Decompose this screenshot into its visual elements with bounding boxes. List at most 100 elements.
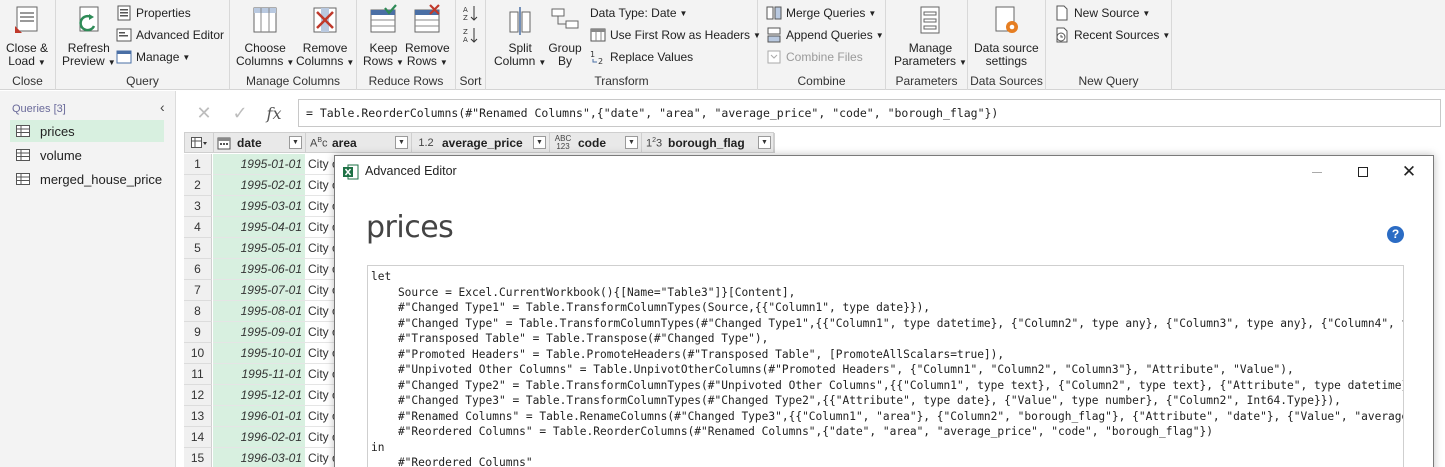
confirm-formula-icon[interactable]: ✓ xyxy=(222,99,258,127)
code-editor[interactable]: let Source = Excel.CurrentWorkbook(){[Na… xyxy=(367,265,1404,467)
date-cell[interactable]: 1996-03-01 xyxy=(213,448,305,467)
area-cell[interactable]: City o xyxy=(305,385,335,406)
cancel-formula-icon[interactable]: ✕ xyxy=(186,99,222,127)
row-number[interactable]: 2 xyxy=(184,175,212,196)
query-item-prices[interactable]: prices xyxy=(10,120,164,142)
close-load-button[interactable]: Close & Load ▼ xyxy=(6,4,48,69)
date-cell[interactable]: 1995-06-01 xyxy=(213,259,305,280)
date-cell[interactable]: 1995-03-01 xyxy=(213,196,305,217)
row-number[interactable]: 8 xyxy=(184,301,212,322)
row-number[interactable]: 11 xyxy=(184,364,212,385)
collapse-pane-icon[interactable]: ‹ xyxy=(160,99,165,115)
date-cell[interactable]: 1995-09-01 xyxy=(213,322,305,343)
column-header-average-price[interactable]: 1.2 average_price ▼ xyxy=(412,133,550,153)
row-number[interactable]: 10 xyxy=(184,343,212,364)
sort-ascending-icon[interactable]: AZ xyxy=(462,4,480,22)
date-cell[interactable]: 1996-01-01 xyxy=(213,406,305,427)
code-lines: let Source = Excel.CurrentWorkbook(){[Na… xyxy=(371,269,1404,467)
refresh-preview-button[interactable]: Refresh Preview ▼ xyxy=(62,4,116,69)
row-number[interactable]: 1 xyxy=(184,154,212,175)
date-cell[interactable]: 1995-07-01 xyxy=(213,280,305,301)
date-cell[interactable]: 1995-08-01 xyxy=(213,301,305,322)
properties-button[interactable]: Properties xyxy=(116,4,191,22)
remove-rows-icon xyxy=(414,4,441,33)
area-cell[interactable]: City o xyxy=(305,196,335,217)
area-cell[interactable]: City o xyxy=(305,343,335,364)
area-cell[interactable]: City o xyxy=(305,448,335,467)
area-cell[interactable]: City o xyxy=(305,154,335,175)
query-item-volume[interactable]: volume xyxy=(10,144,164,166)
row-number[interactable]: 6 xyxy=(184,259,212,280)
group-by-button[interactable]: Group By xyxy=(548,4,582,68)
code-line: #"Changed Type2" = Table.TransformColumn… xyxy=(371,378,1404,392)
formula-input[interactable]: = Table.ReorderColumns(#"Renamed Columns… xyxy=(298,99,1441,127)
help-icon[interactable]: ? xyxy=(1387,226,1404,243)
date-cell[interactable]: 1996-02-01 xyxy=(213,427,305,448)
date-cell[interactable]: 1995-12-01 xyxy=(213,385,305,406)
date-cell[interactable]: 1995-04-01 xyxy=(213,217,305,238)
manage-parameters-button[interactable]: Manage Parameters ▼ xyxy=(894,4,967,69)
area-cell[interactable]: City o xyxy=(305,259,335,280)
combine-files-button[interactable]: Combine Files xyxy=(766,48,863,66)
area-cell[interactable]: City o xyxy=(305,280,335,301)
advanced-editor-button[interactable]: Advanced Editor xyxy=(116,26,224,44)
row-number[interactable]: 5 xyxy=(184,238,212,259)
table-menu-icon[interactable] xyxy=(185,133,214,153)
area-cell[interactable]: City o xyxy=(305,364,335,385)
table-row: 81995-08-01City o xyxy=(184,301,344,322)
column-header-borough-flag[interactable]: 123 borough_flag ▼ xyxy=(642,133,775,153)
column-dropdown-icon[interactable]: ▼ xyxy=(395,136,408,149)
recent-sources-button[interactable]: Recent Sources ▼ xyxy=(1054,26,1170,44)
svg-text:1: 1 xyxy=(590,50,595,59)
date-cell[interactable]: 1995-01-01 xyxy=(213,154,305,175)
row-number[interactable]: 3 xyxy=(184,196,212,217)
column-dropdown-icon[interactable]: ▼ xyxy=(758,136,771,149)
keep-rows-button[interactable]: Keep Rows ▼ xyxy=(363,4,404,69)
remove-columns-button[interactable]: Remove Columns ▼ xyxy=(296,4,354,69)
date-cell[interactable]: 1995-02-01 xyxy=(213,175,305,196)
split-column-button[interactable]: Split Column ▼ xyxy=(494,4,546,69)
table-row: 21995-02-01City o xyxy=(184,175,344,196)
choose-columns-button[interactable]: Choose Columns ▼ xyxy=(236,4,294,69)
column-dropdown-icon[interactable]: ▼ xyxy=(289,136,302,149)
fx-icon[interactable]: fx xyxy=(256,99,292,127)
replace-values-button[interactable]: 12 Replace Values xyxy=(590,48,693,66)
close-icon[interactable]: ✕ xyxy=(1386,160,1432,184)
sort-descending-icon[interactable]: ZA xyxy=(462,26,480,44)
row-number[interactable]: 4 xyxy=(184,217,212,238)
area-cell[interactable]: City o xyxy=(305,217,335,238)
column-dropdown-icon[interactable]: ▼ xyxy=(625,136,638,149)
area-cell[interactable]: City o xyxy=(305,322,335,343)
date-cell[interactable]: 1995-10-01 xyxy=(213,343,305,364)
data-type-dropdown[interactable]: Data Type: Date ▼ xyxy=(590,4,687,22)
area-cell[interactable]: City o xyxy=(305,238,335,259)
column-dropdown-icon[interactable]: ▼ xyxy=(533,136,546,149)
date-cell[interactable]: 1995-05-01 xyxy=(213,238,305,259)
data-source-settings-button[interactable]: Data source settings xyxy=(974,4,1039,68)
recent-sources-icon xyxy=(1056,27,1068,43)
query-item-merged-house-price[interactable]: merged_house_price xyxy=(10,168,164,190)
new-source-button[interactable]: New Source ▼ xyxy=(1054,4,1150,22)
row-number[interactable]: 12 xyxy=(184,385,212,406)
maximize-icon[interactable] xyxy=(1340,160,1386,184)
merge-queries-button[interactable]: Merge Queries ▼ xyxy=(766,4,876,22)
row-number[interactable]: 14 xyxy=(184,427,212,448)
minimize-icon[interactable] xyxy=(1294,160,1340,184)
row-number[interactable]: 9 xyxy=(184,322,212,343)
append-queries-button[interactable]: Append Queries ▼ xyxy=(766,26,884,44)
area-cell[interactable]: City o xyxy=(305,427,335,448)
column-header-area[interactable]: ABc area ▼ xyxy=(306,133,412,153)
column-header-code[interactable]: ABC 123 code ▼ xyxy=(550,133,642,153)
manage-button[interactable]: Manage ▼ xyxy=(116,48,190,66)
remove-rows-button[interactable]: Remove Rows ▼ xyxy=(405,4,450,69)
use-first-row-headers-button[interactable]: Use First Row as Headers ▼ xyxy=(590,26,761,44)
column-header-date[interactable]: date ▼ xyxy=(214,133,306,153)
row-number[interactable]: 13 xyxy=(184,406,212,427)
dialog-titlebar[interactable]: Advanced Editor ✕ xyxy=(335,156,1433,188)
date-cell[interactable]: 1995-11-01 xyxy=(213,364,305,385)
area-cell[interactable]: City o xyxy=(305,175,335,196)
row-number[interactable]: 7 xyxy=(184,280,212,301)
area-cell[interactable]: City o xyxy=(305,301,335,322)
area-cell[interactable]: City o xyxy=(305,406,335,427)
row-number[interactable]: 15 xyxy=(184,448,212,467)
